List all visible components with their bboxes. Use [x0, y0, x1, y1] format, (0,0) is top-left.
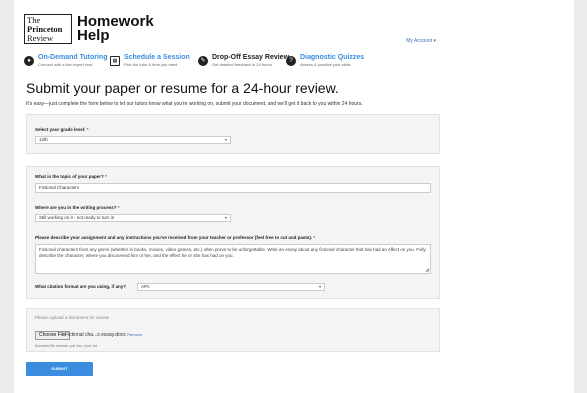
selected-file: Fictional cha...s essay.docx Remove — [65, 332, 142, 338]
chat-icon: ● — [24, 56, 34, 66]
page-title: Submit your paper or resume for a 24-hou… — [26, 80, 339, 96]
chevron-down-icon: ▾ — [433, 38, 436, 44]
submit-button[interactable]: SUBMIT — [26, 362, 93, 376]
service-subtitle: Get detailed feedback in 24 hours — [212, 62, 272, 67]
required-mark: * — [116, 205, 120, 210]
service-title: Schedule a Session — [124, 54, 190, 61]
selected-file-name: Fictional cha...s essay.docx — [65, 332, 126, 338]
details-panel: What is the topic of your paper? * Ficti… — [26, 166, 440, 299]
topic-input[interactable]: Fictional Characters — [35, 183, 431, 193]
topic-label: What is the topic of your paper? * — [35, 174, 107, 179]
grade-label: Select your grade level: * — [35, 127, 89, 132]
remove-file-link[interactable]: Remove — [127, 332, 142, 337]
calendar-icon: ▦ — [110, 56, 120, 66]
grade-select[interactable]: 12th ▾ — [35, 136, 231, 144]
my-account-label: My Account — [406, 38, 433, 44]
citation-label: What citation format are you using, if a… — [35, 284, 127, 289]
stage-label-text: Where are you in the writing process? — [35, 205, 117, 210]
stage-label: Where are you in the writing process? * — [35, 205, 120, 210]
accepted-formats-note: Accepted file formats: pdf, doc, docx, t… — [35, 344, 98, 348]
header: The Princeton Review Homework Help My Ac… — [14, 0, 574, 48]
service-title: Drop-Off Essay Review — [212, 54, 290, 61]
chevron-down-icon: ▾ — [318, 284, 321, 289]
required-mark: * — [312, 235, 316, 240]
my-account-menu[interactable]: My Account ▾ — [406, 38, 436, 44]
grade-label-text: Select your grade level: — [35, 127, 86, 132]
description-textarea[interactable]: Fictional characters from any genre (whe… — [35, 244, 431, 274]
chevron-down-icon: ▾ — [224, 137, 227, 142]
services-nav: ● On-Demand Tutoring Connect with a live… — [24, 54, 564, 68]
resize-grip-icon[interactable]: ◢ — [425, 267, 429, 273]
princeton-review-logo[interactable]: The Princeton Review — [24, 14, 72, 44]
logo-product-line-2: Help — [77, 27, 110, 44]
service-title: On-Demand Tutoring — [38, 54, 108, 61]
description-value: Fictional characters from any genre (whe… — [39, 247, 426, 258]
topic-input-value: Fictional Characters — [39, 185, 80, 190]
citation-select[interactable]: APA ▾ — [137, 283, 325, 291]
chevron-down-icon: ▾ — [224, 215, 227, 220]
description-label: Please describe your assignment and any … — [35, 235, 315, 240]
required-mark: * — [85, 127, 89, 132]
grade-panel: Select your grade level: * 12th ▾ — [26, 114, 440, 154]
upload-panel: Please upload a document for review Choo… — [26, 308, 440, 352]
service-subtitle: Assess & practice your skills — [300, 62, 351, 67]
citation-select-value: APA — [141, 284, 150, 289]
logo-line-3: Review — [27, 33, 53, 43]
essay-icon: ✎ — [198, 56, 208, 66]
topic-label-text: What is the topic of your paper? — [35, 174, 104, 179]
page: The Princeton Review Homework Help My Ac… — [14, 0, 574, 393]
service-title: Diagnostic Quizzes — [300, 54, 365, 61]
service-subtitle: Pick the tutor & time you need — [124, 62, 178, 67]
upload-label: Please upload a document for review — [35, 315, 110, 320]
homework-help-logo[interactable]: Homework Help — [77, 14, 154, 44]
stage-select-value: Still working on it - not ready to turn … — [39, 215, 115, 220]
grade-select-value: 12th — [39, 137, 48, 142]
service-subtitle: Connect with a live expert now — [38, 62, 93, 67]
quiz-icon: ? — [286, 56, 296, 66]
page-intro: It's easy—just complete the form below t… — [26, 101, 363, 107]
stage-select[interactable]: Still working on it - not ready to turn … — [35, 214, 231, 222]
required-mark: * — [103, 174, 107, 179]
description-label-text: Please describe your assignment and any … — [35, 235, 313, 240]
